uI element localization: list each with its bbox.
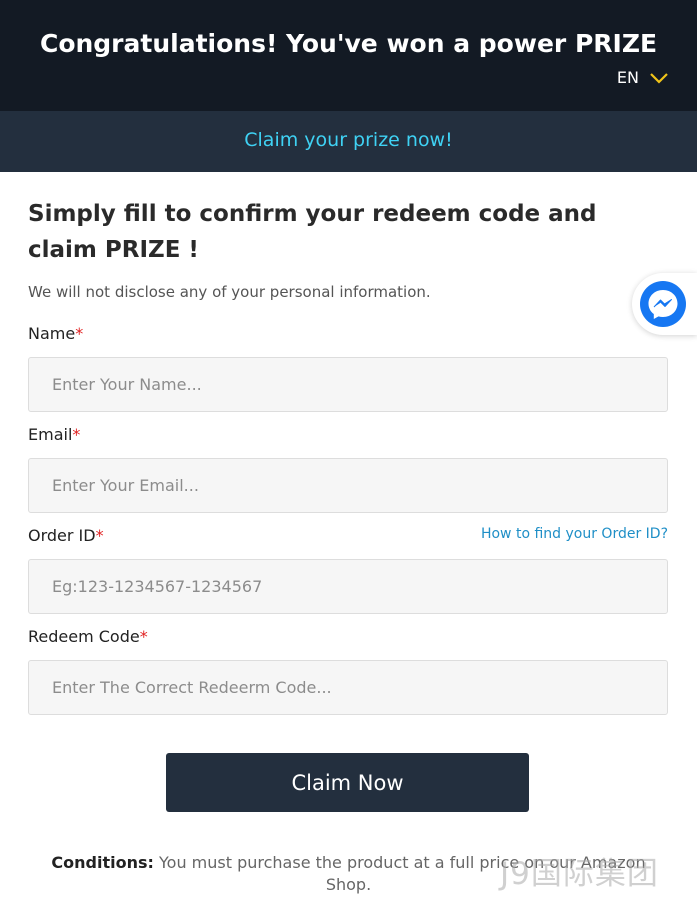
required-mark: * — [95, 526, 104, 545]
order-id-label-text: Order ID — [28, 526, 96, 545]
name-input[interactable] — [28, 357, 668, 412]
privacy-note: We will not disclose any of your persona… — [28, 283, 431, 301]
language-selector[interactable]: EN — [617, 68, 669, 87]
required-mark: * — [75, 324, 84, 343]
required-mark: * — [72, 425, 81, 444]
page-title: Congratulations! You've won a power PRIZ… — [39, 29, 658, 58]
redeem-code-label: Redeem Code* — [28, 627, 148, 646]
order-id-label: Order ID* — [28, 526, 104, 545]
order-id-input[interactable] — [28, 559, 668, 614]
redeem-code-label-text: Redeem Code — [28, 627, 140, 646]
claim-now-button[interactable]: Claim Now — [166, 753, 529, 812]
name-label-text: Name — [28, 324, 76, 343]
redeem-code-input[interactable] — [28, 660, 668, 715]
chevron-down-icon — [650, 72, 668, 84]
watermark-text: J9国际集团 — [500, 856, 659, 892]
required-mark: * — [139, 627, 148, 646]
email-label: Email* — [28, 425, 80, 444]
order-id-help-link[interactable]: How to find your Order ID? — [481, 526, 668, 542]
name-label: Name* — [28, 324, 83, 343]
messenger-chat-button[interactable] — [632, 273, 697, 335]
email-label-text: Email — [28, 425, 73, 444]
page-header: Congratulations! You've won a power PRIZ… — [0, 0, 697, 111]
language-label: EN — [616, 68, 639, 87]
form-headline: Simply fill to confirm your redeem code … — [28, 201, 597, 263]
messenger-icon — [640, 281, 686, 327]
conditions-label: Conditions: — [51, 853, 154, 872]
email-input[interactable] — [28, 458, 668, 513]
form-intro: Simply fill to confirm your redeem code … — [28, 196, 668, 302]
claim-banner: Claim your prize now! — [0, 111, 697, 172]
claim-banner-text: Claim your prize now! — [244, 129, 453, 151]
